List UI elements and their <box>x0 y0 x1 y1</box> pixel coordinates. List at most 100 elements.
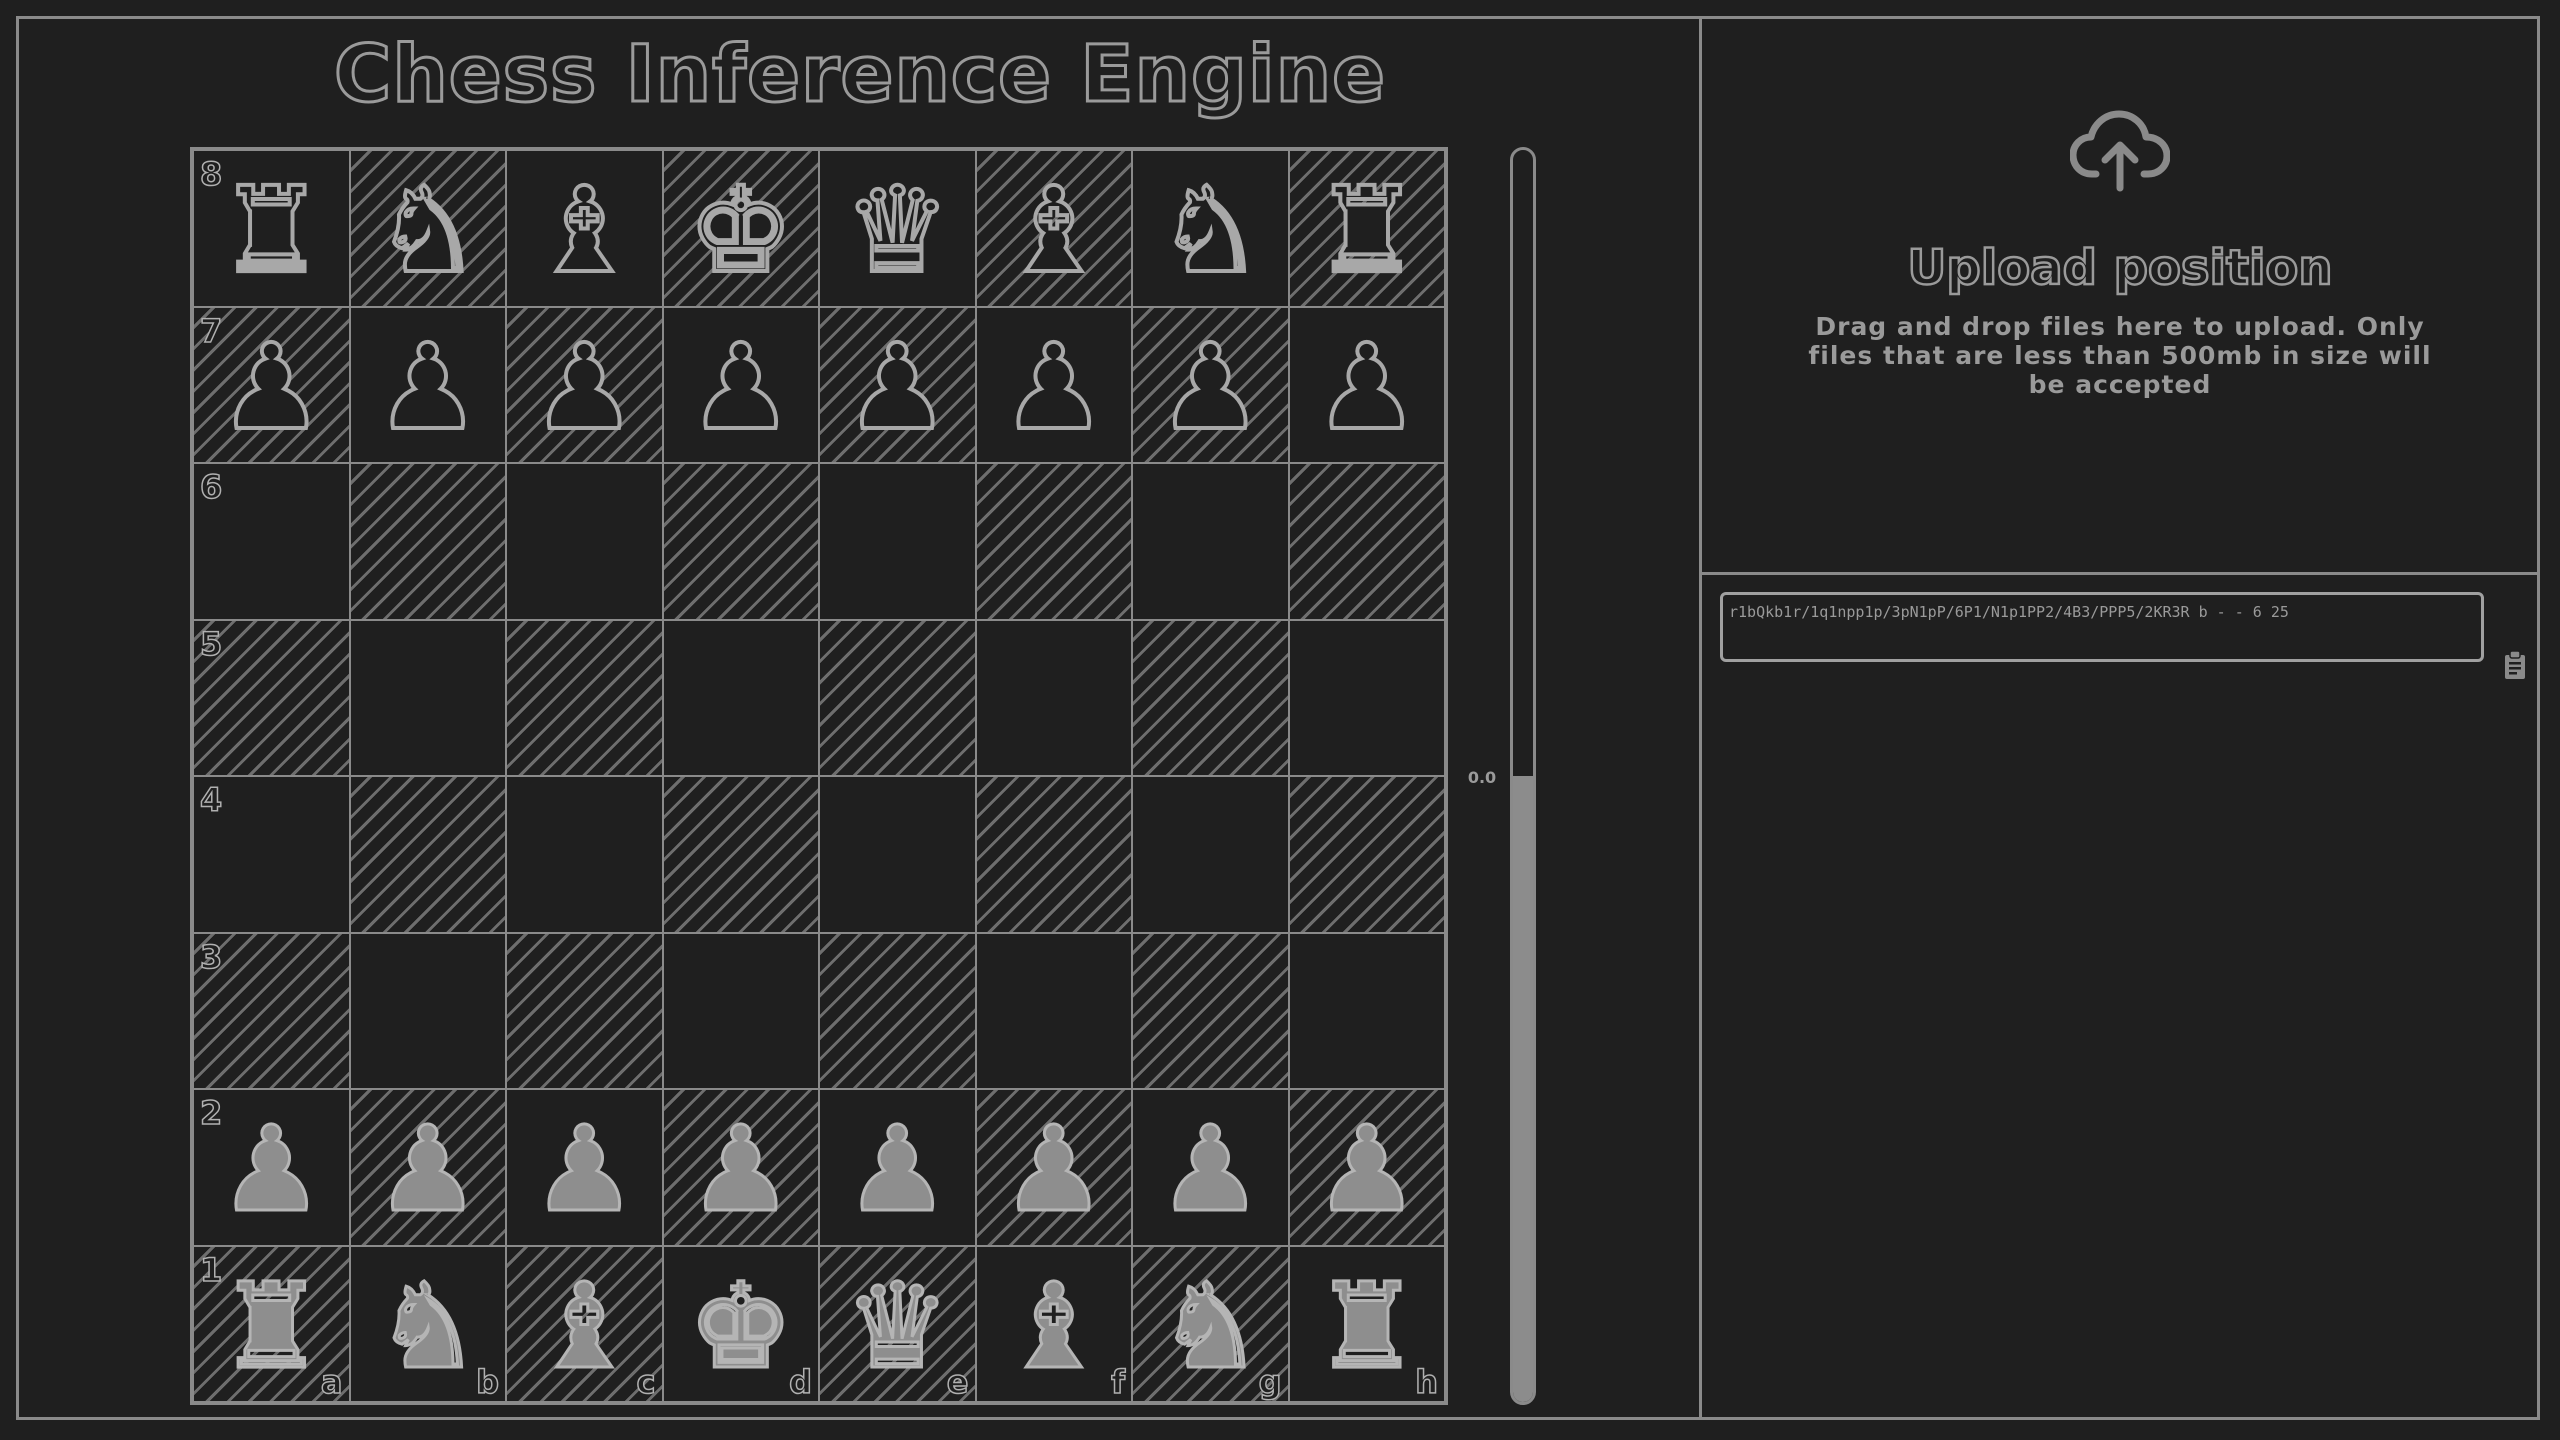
chess-piece[interactable]: ♜ <box>216 169 326 291</box>
chess-piece[interactable]: ♟ <box>1155 326 1265 448</box>
square-d2[interactable]: ♟ <box>662 1089 819 1246</box>
chess-piece[interactable]: ♟ <box>999 1109 1108 1230</box>
chess-piece[interactable]: ♞ <box>373 169 483 291</box>
clipboard-icon[interactable] <box>2503 650 2527 680</box>
square-d4[interactable] <box>662 776 819 933</box>
square-d8[interactable]: ♚ <box>662 150 819 307</box>
square-g1[interactable]: g ♞ <box>1132 1245 1289 1402</box>
square-a5[interactable]: 5 <box>193 619 350 776</box>
chess-piece[interactable]: ♝ <box>530 1265 639 1386</box>
square-e2[interactable]: ♟ <box>819 1089 976 1246</box>
square-d3[interactable] <box>662 932 819 1089</box>
chess-piece[interactable]: ♟ <box>373 326 483 448</box>
chess-piece[interactable]: ♚ <box>686 1265 795 1386</box>
square-a4[interactable]: 4 <box>193 776 350 933</box>
square-a1[interactable]: 1 a ♜ <box>193 1245 350 1402</box>
square-f6[interactable] <box>975 463 1132 620</box>
square-c7[interactable]: ♟ <box>506 306 663 463</box>
chess-piece[interactable]: ♟ <box>529 326 639 448</box>
square-h6[interactable] <box>1288 463 1445 620</box>
square-b2[interactable]: ♟ <box>349 1089 506 1246</box>
square-b7[interactable]: ♟ <box>349 306 506 463</box>
chess-piece[interactable]: ♞ <box>1155 169 1265 291</box>
square-c1[interactable]: c ♝ <box>506 1245 663 1402</box>
chess-piece[interactable]: ♜ <box>1312 1265 1421 1386</box>
chess-piece[interactable]: ♛ <box>842 169 952 291</box>
square-b1[interactable]: b ♞ <box>349 1245 506 1402</box>
square-b6[interactable] <box>349 463 506 620</box>
chess-piece[interactable]: ♟ <box>217 1109 326 1230</box>
chess-piece[interactable]: ♟ <box>1312 1109 1421 1230</box>
square-h3[interactable] <box>1288 932 1445 1089</box>
chess-piece[interactable]: ♟ <box>1156 1109 1265 1230</box>
square-e5[interactable] <box>819 619 976 776</box>
chess-piece[interactable]: ♛ <box>843 1265 952 1386</box>
square-a3[interactable]: 3 <box>193 932 350 1089</box>
chess-piece[interactable]: ♟ <box>842 326 952 448</box>
chess-piece[interactable]: ♟ <box>530 1109 639 1230</box>
square-f7[interactable]: ♟ <box>975 306 1132 463</box>
square-e6[interactable] <box>819 463 976 620</box>
square-f5[interactable] <box>975 619 1132 776</box>
chess-piece[interactable]: ♜ <box>217 1265 326 1386</box>
square-b3[interactable] <box>349 932 506 1089</box>
square-g7[interactable]: ♟ <box>1132 306 1289 463</box>
square-h2[interactable]: ♟ <box>1288 1089 1445 1246</box>
chess-piece[interactable]: ♟ <box>1312 326 1422 448</box>
square-h5[interactable] <box>1288 619 1445 776</box>
square-b8[interactable]: ♞ <box>349 150 506 307</box>
chess-piece[interactable]: ♟ <box>216 326 326 448</box>
chess-piece[interactable]: ♟ <box>999 326 1109 448</box>
square-a6[interactable]: 6 <box>193 463 350 620</box>
square-e3[interactable] <box>819 932 976 1089</box>
square-f4[interactable] <box>975 776 1132 933</box>
square-c4[interactable] <box>506 776 663 933</box>
square-g4[interactable] <box>1132 776 1289 933</box>
chess-piece[interactable]: ♞ <box>373 1265 482 1386</box>
chess-piece[interactable]: ♝ <box>529 169 639 291</box>
square-b5[interactable] <box>349 619 506 776</box>
square-f8[interactable]: ♝ <box>975 150 1132 307</box>
square-e4[interactable] <box>819 776 976 933</box>
square-h7[interactable]: ♟ <box>1288 306 1445 463</box>
chess-piece[interactable]: ♝ <box>999 1265 1108 1386</box>
chess-board[interactable]: 8 ♜ ♞ ♝ ♚ ♛ ♝ ♞ ♜ 7 ♟ ♟ ♟ ♟ ♟ ♟ ♟ ♟ 6 5 4 3 2 ♟ ♟ ♟ ♟ ♟ ♟ ♟ ♟ 1 a ♜ b ♞ c ♝ d ♚… <box>190 147 1448 1405</box>
cloud-upload-icon[interactable] <box>2070 108 2170 192</box>
square-a7[interactable]: 7 ♟ <box>193 306 350 463</box>
square-c2[interactable]: ♟ <box>506 1089 663 1246</box>
square-c5[interactable] <box>506 619 663 776</box>
square-d7[interactable]: ♟ <box>662 306 819 463</box>
chess-piece[interactable]: ♞ <box>1156 1265 1265 1386</box>
chess-piece[interactable]: ♟ <box>373 1109 482 1230</box>
chess-piece[interactable]: ♚ <box>686 169 796 291</box>
square-g3[interactable] <box>1132 932 1289 1089</box>
square-e7[interactable]: ♟ <box>819 306 976 463</box>
square-c6[interactable] <box>506 463 663 620</box>
square-d6[interactable] <box>662 463 819 620</box>
square-f3[interactable] <box>975 932 1132 1089</box>
square-h1[interactable]: h ♜ <box>1288 1245 1445 1402</box>
square-g6[interactable] <box>1132 463 1289 620</box>
square-g2[interactable]: ♟ <box>1132 1089 1289 1246</box>
square-g8[interactable]: ♞ <box>1132 150 1289 307</box>
square-c8[interactable]: ♝ <box>506 150 663 307</box>
square-c3[interactable] <box>506 932 663 1089</box>
square-a8[interactable]: 8 ♜ <box>193 150 350 307</box>
square-f1[interactable]: f ♝ <box>975 1245 1132 1402</box>
chess-piece[interactable]: ♝ <box>999 169 1109 291</box>
square-e8[interactable]: ♛ <box>819 150 976 307</box>
chess-piece[interactable]: ♟ <box>843 1109 952 1230</box>
square-h4[interactable] <box>1288 776 1445 933</box>
square-f2[interactable]: ♟ <box>975 1089 1132 1246</box>
square-h8[interactable]: ♜ <box>1288 150 1445 307</box>
square-d5[interactable] <box>662 619 819 776</box>
square-d1[interactable]: d ♚ <box>662 1245 819 1402</box>
chess-piece[interactable]: ♟ <box>686 326 796 448</box>
fen-input[interactable]: r1bQkb1r/1q1npp1p/3pN1pP/6P1/N1p1PP2/4B3… <box>1720 592 2484 662</box>
chess-piece[interactable]: ♜ <box>1312 169 1422 291</box>
square-b4[interactable] <box>349 776 506 933</box>
chess-piece[interactable]: ♟ <box>686 1109 795 1230</box>
square-e1[interactable]: e ♛ <box>819 1245 976 1402</box>
square-g5[interactable] <box>1132 619 1289 776</box>
square-a2[interactable]: 2 ♟ <box>193 1089 350 1246</box>
